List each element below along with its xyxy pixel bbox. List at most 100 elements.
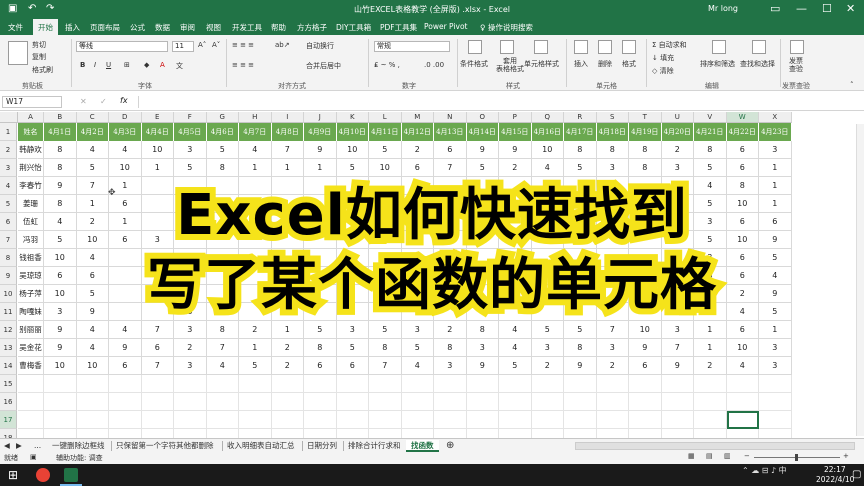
empty-cell[interactable] bbox=[467, 429, 499, 438]
name-cell[interactable]: 曹梅香 bbox=[18, 357, 44, 375]
empty-cell[interactable] bbox=[206, 375, 239, 393]
data-cell[interactable]: 4 bbox=[109, 321, 142, 339]
excel-taskbar-icon[interactable] bbox=[64, 468, 78, 482]
data-cell[interactable]: 6 bbox=[141, 339, 174, 357]
data-cell[interactable]: 9 bbox=[661, 357, 694, 375]
data-cell[interactable]: 2 bbox=[596, 357, 629, 375]
empty-cell[interactable] bbox=[564, 411, 597, 429]
empty-cell[interactable] bbox=[401, 375, 434, 393]
header-cell[interactable]: 4月5日 bbox=[174, 123, 207, 141]
empty-cell[interactable] bbox=[369, 429, 402, 438]
empty-cell[interactable] bbox=[369, 375, 402, 393]
format-cells-button[interactable]: 格式 bbox=[622, 59, 636, 69]
empty-cell[interactable] bbox=[726, 393, 759, 411]
empty-cell[interactable] bbox=[466, 393, 499, 411]
empty-cell[interactable] bbox=[564, 429, 597, 438]
column-header[interactable]: T bbox=[629, 112, 662, 123]
data-cell[interactable]: 6 bbox=[726, 141, 759, 159]
column-header[interactable]: G bbox=[206, 112, 239, 123]
data-cell[interactable]: 7 bbox=[141, 357, 174, 375]
copy-button[interactable]: 复制 bbox=[32, 52, 46, 62]
column-header[interactable]: U bbox=[661, 112, 694, 123]
data-cell[interactable]: 5 bbox=[304, 321, 337, 339]
empty-cell[interactable] bbox=[44, 375, 77, 393]
data-cell[interactable]: 8 bbox=[304, 339, 337, 357]
user-name[interactable]: Mr long bbox=[708, 4, 738, 13]
data-cell[interactable]: 9 bbox=[109, 339, 142, 357]
empty-cell[interactable] bbox=[207, 429, 239, 438]
tray-icons[interactable]: ⌃ ☁ ⊟ ♪ 中 bbox=[742, 465, 787, 476]
fill-button[interactable]: ↓ 填充 bbox=[652, 53, 674, 63]
column-header[interactable]: N bbox=[434, 112, 467, 123]
empty-cell[interactable] bbox=[239, 393, 272, 411]
tab-diy[interactable]: DIY工具箱 bbox=[336, 22, 371, 33]
header-cell[interactable]: 4月19日 bbox=[629, 123, 662, 141]
data-cell[interactable]: 4 bbox=[206, 357, 239, 375]
font-name-select[interactable]: 等线 bbox=[76, 41, 168, 52]
empty-cell[interactable] bbox=[694, 375, 727, 393]
header-cell[interactable]: 4月12日 bbox=[401, 123, 434, 141]
empty-cell[interactable] bbox=[531, 375, 564, 393]
insert-cells-button[interactable]: 插入 bbox=[574, 59, 588, 69]
tab-home[interactable]: 开始 bbox=[33, 19, 58, 35]
empty-cell[interactable] bbox=[141, 411, 174, 429]
data-cell[interactable]: 5 bbox=[564, 321, 597, 339]
tab-formulas[interactable]: 公式 bbox=[130, 22, 145, 33]
data-cell[interactable]: 9 bbox=[629, 339, 662, 357]
empty-cell[interactable] bbox=[597, 429, 629, 438]
data-cell[interactable]: 7 bbox=[141, 321, 174, 339]
minimize-icon[interactable]: — bbox=[796, 2, 807, 15]
row-header[interactable]: 12 bbox=[0, 321, 17, 339]
conditional-format-icon[interactable] bbox=[468, 40, 482, 54]
empty-cell[interactable] bbox=[596, 375, 629, 393]
empty-cell[interactable] bbox=[271, 375, 304, 393]
column-header[interactable]: X bbox=[759, 112, 792, 123]
format-table-button[interactable]: 套用 表格格式 bbox=[496, 57, 524, 73]
sheet-tab[interactable]: 一键删除边框线 bbox=[52, 440, 105, 452]
empty-cell[interactable] bbox=[18, 429, 44, 438]
data-cell[interactable]: 10 bbox=[336, 141, 369, 159]
data-cell[interactable]: 9 bbox=[304, 141, 337, 159]
empty-cell[interactable] bbox=[694, 429, 727, 438]
column-header[interactable]: O bbox=[466, 112, 499, 123]
data-cell[interactable]: 3 bbox=[401, 321, 434, 339]
empty-cell[interactable] bbox=[336, 411, 369, 429]
data-cell[interactable]: 10 bbox=[726, 339, 759, 357]
empty-cell[interactable] bbox=[401, 393, 434, 411]
tab-fangfang[interactable]: 方方格子 bbox=[297, 22, 327, 33]
format-cells-icon[interactable] bbox=[622, 40, 636, 54]
sheet-tab-active[interactable]: 找函数 bbox=[406, 440, 439, 452]
data-cell[interactable]: 1 bbox=[239, 339, 272, 357]
font-size-select[interactable]: 11 bbox=[172, 41, 194, 52]
column-header[interactable]: B bbox=[44, 112, 77, 123]
header-cell[interactable]: 4月3日 bbox=[109, 123, 142, 141]
empty-cell[interactable] bbox=[661, 393, 694, 411]
empty-cell[interactable] bbox=[141, 393, 174, 411]
data-cell[interactable]: 10 bbox=[141, 141, 174, 159]
empty-cell[interactable] bbox=[76, 393, 109, 411]
accessibility-status[interactable]: 辅助功能: 调查 bbox=[56, 453, 103, 463]
data-cell[interactable]: 3 bbox=[174, 141, 207, 159]
cancel-formula-icon[interactable]: ✕ bbox=[80, 97, 87, 106]
page-layout-view-icon[interactable]: ▤ bbox=[706, 452, 713, 460]
header-cell[interactable]: 4月7日 bbox=[239, 123, 272, 141]
wrap-text-button[interactable]: 自动换行 bbox=[306, 41, 334, 51]
tab-pdf[interactable]: PDF工具集 bbox=[380, 22, 417, 33]
page-break-view-icon[interactable]: ▥ bbox=[724, 452, 731, 460]
row-header[interactable]: 18 bbox=[0, 429, 17, 438]
close-icon[interactable]: ✕ bbox=[846, 2, 855, 15]
data-cell[interactable]: 10 bbox=[76, 357, 109, 375]
data-cell[interactable]: 8 bbox=[369, 339, 402, 357]
row-header[interactable]: 15 bbox=[0, 375, 17, 393]
data-cell[interactable]: 4 bbox=[499, 321, 532, 339]
column-header[interactable]: H bbox=[239, 112, 272, 123]
data-cell[interactable]: 6 bbox=[109, 357, 142, 375]
data-cell[interactable]: 4 bbox=[109, 141, 142, 159]
empty-cell[interactable] bbox=[564, 375, 597, 393]
empty-cell[interactable] bbox=[662, 429, 694, 438]
empty-cell[interactable] bbox=[596, 393, 629, 411]
data-cell[interactable]: 3 bbox=[466, 339, 499, 357]
data-cell[interactable]: 2 bbox=[531, 357, 564, 375]
orientation-icon[interactable]: ab↗ bbox=[275, 41, 290, 49]
empty-cell[interactable] bbox=[109, 393, 142, 411]
